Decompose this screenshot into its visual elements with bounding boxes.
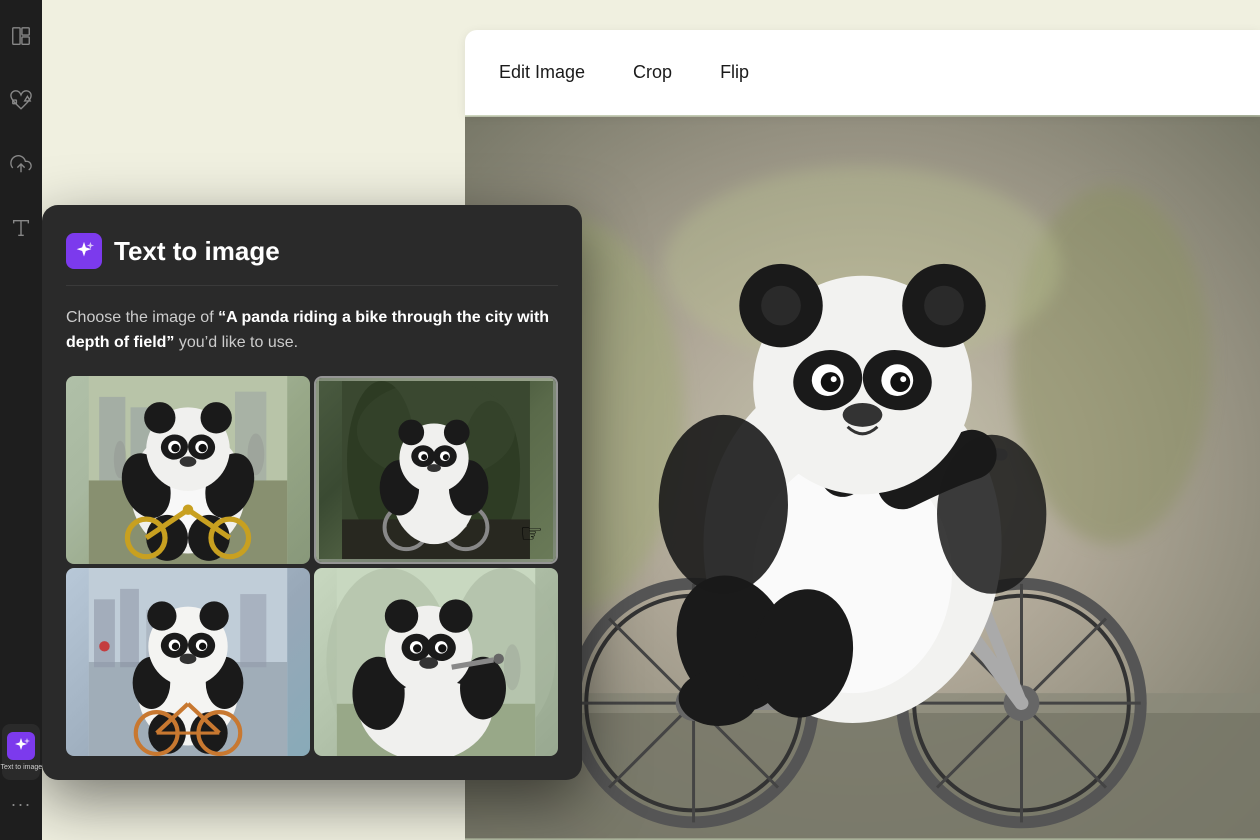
- image-cell-3: [66, 568, 310, 756]
- sidebar-item-text[interactable]: [5, 212, 37, 244]
- image-cell-2: ☞: [316, 378, 556, 562]
- sidebar-text-to-image-label: Text to image: [1, 764, 41, 772]
- panel-description: Choose the image of “A panda riding a bi…: [66, 306, 558, 356]
- panda-image-2-svg: [319, 381, 553, 559]
- image-grid: ☞: [66, 376, 558, 756]
- sidebar-bottom: Text to image ···: [2, 724, 40, 820]
- crop-button[interactable]: Crop: [629, 54, 676, 91]
- main-image-area: [465, 115, 1260, 840]
- flip-button[interactable]: Flip: [716, 54, 753, 91]
- layout-icon: [10, 25, 32, 47]
- panda-image-3-svg: [66, 568, 310, 756]
- image-option-3[interactable]: [66, 568, 310, 756]
- text-icon: [10, 217, 32, 239]
- edit-image-button[interactable]: Edit Image: [495, 54, 589, 91]
- sparkle-icon: [11, 736, 31, 756]
- panel-icon: [66, 233, 102, 269]
- cursor-pointer: ☞: [520, 518, 543, 549]
- panda-image-4-svg: [314, 568, 558, 756]
- panda-image-1-svg: [66, 376, 310, 564]
- sidebar-more-button[interactable]: ···: [5, 788, 37, 820]
- text-to-image-panel: Text to image Choose the image of “A pan…: [42, 205, 582, 780]
- description-suffix: you’d like to use.: [174, 334, 298, 351]
- description-prefix: Choose the image of: [66, 309, 218, 326]
- panel-sparkle-icon: [73, 240, 95, 262]
- panel-title: Text to image: [114, 236, 280, 267]
- more-icon: ···: [11, 794, 32, 815]
- image-cell-4: [314, 568, 558, 756]
- image-option-4[interactable]: [314, 568, 558, 756]
- sidebar-item-text-to-image[interactable]: Text to image: [2, 724, 40, 780]
- image-option-1[interactable]: [66, 376, 310, 564]
- top-toolbar: Edit Image Crop Flip: [465, 30, 1260, 115]
- upload-icon: [10, 153, 32, 175]
- text-to-image-icon: [7, 732, 35, 760]
- image-option-2[interactable]: ☞: [314, 376, 558, 564]
- elements-icon: [10, 89, 32, 111]
- panda-main-image: [465, 115, 1260, 840]
- panel-header: Text to image: [66, 233, 558, 286]
- sidebar-item-layout[interactable]: [5, 20, 37, 52]
- left-sidebar: Text to image ···: [0, 0, 42, 840]
- image-cell-1: [66, 376, 310, 564]
- sidebar-item-upload[interactable]: [5, 148, 37, 180]
- sidebar-item-elements[interactable]: [5, 84, 37, 116]
